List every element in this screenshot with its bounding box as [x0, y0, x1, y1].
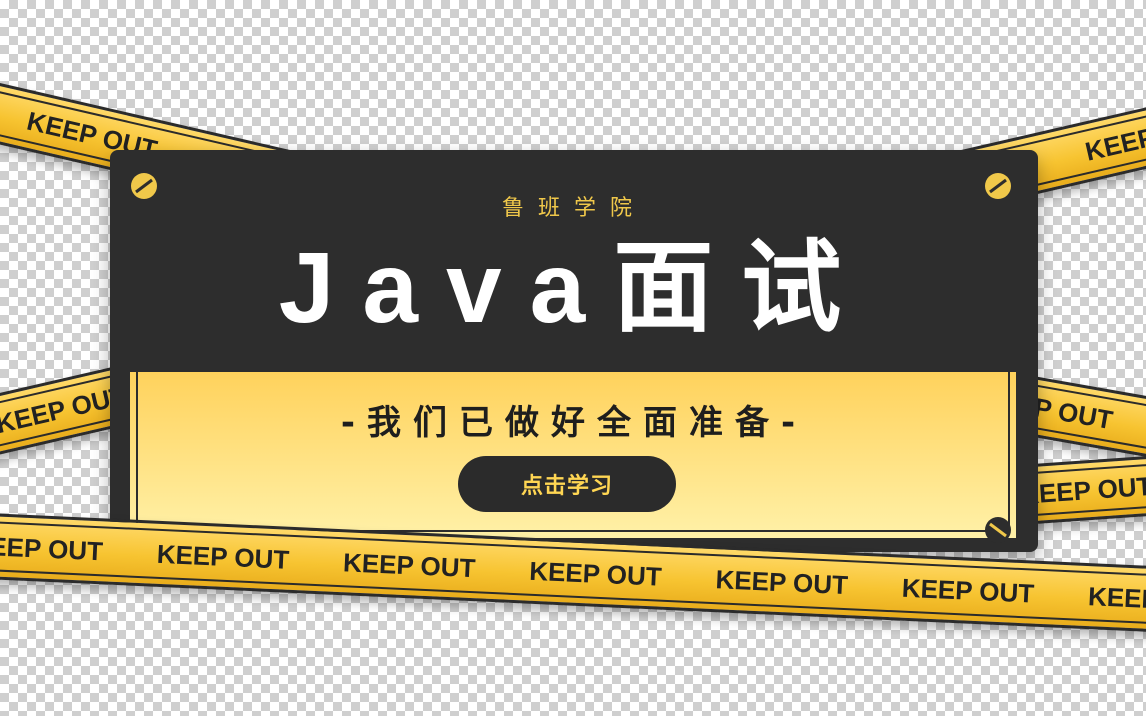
screw-icon	[985, 517, 1011, 543]
tape-label: KEEP OUT	[714, 563, 849, 600]
tape-label: KEEP OUT	[1082, 107, 1146, 167]
page-title: Java面试	[278, 232, 870, 344]
brand-name: 鲁班学院	[501, 196, 646, 221]
banner-card: 鲁班学院 Java面试 -我们已做好全面准备- 点击学习	[110, 150, 1038, 552]
tape-label: KEEP OUT	[0, 529, 104, 566]
tape-label: KEEP OUT	[342, 546, 477, 583]
tape-label: KEEP OUT	[1087, 580, 1146, 617]
subtitle: -我们已做好全面准备-	[340, 403, 808, 443]
start-learning-button[interactable]: 点击学习	[458, 456, 676, 512]
tape-label: KEEP OUT	[528, 555, 663, 592]
tape-label: KEEP OUT	[156, 538, 290, 575]
tape-label: KEEP OUT	[1019, 470, 1146, 510]
tape-label: KEEP OUT	[901, 572, 1035, 609]
